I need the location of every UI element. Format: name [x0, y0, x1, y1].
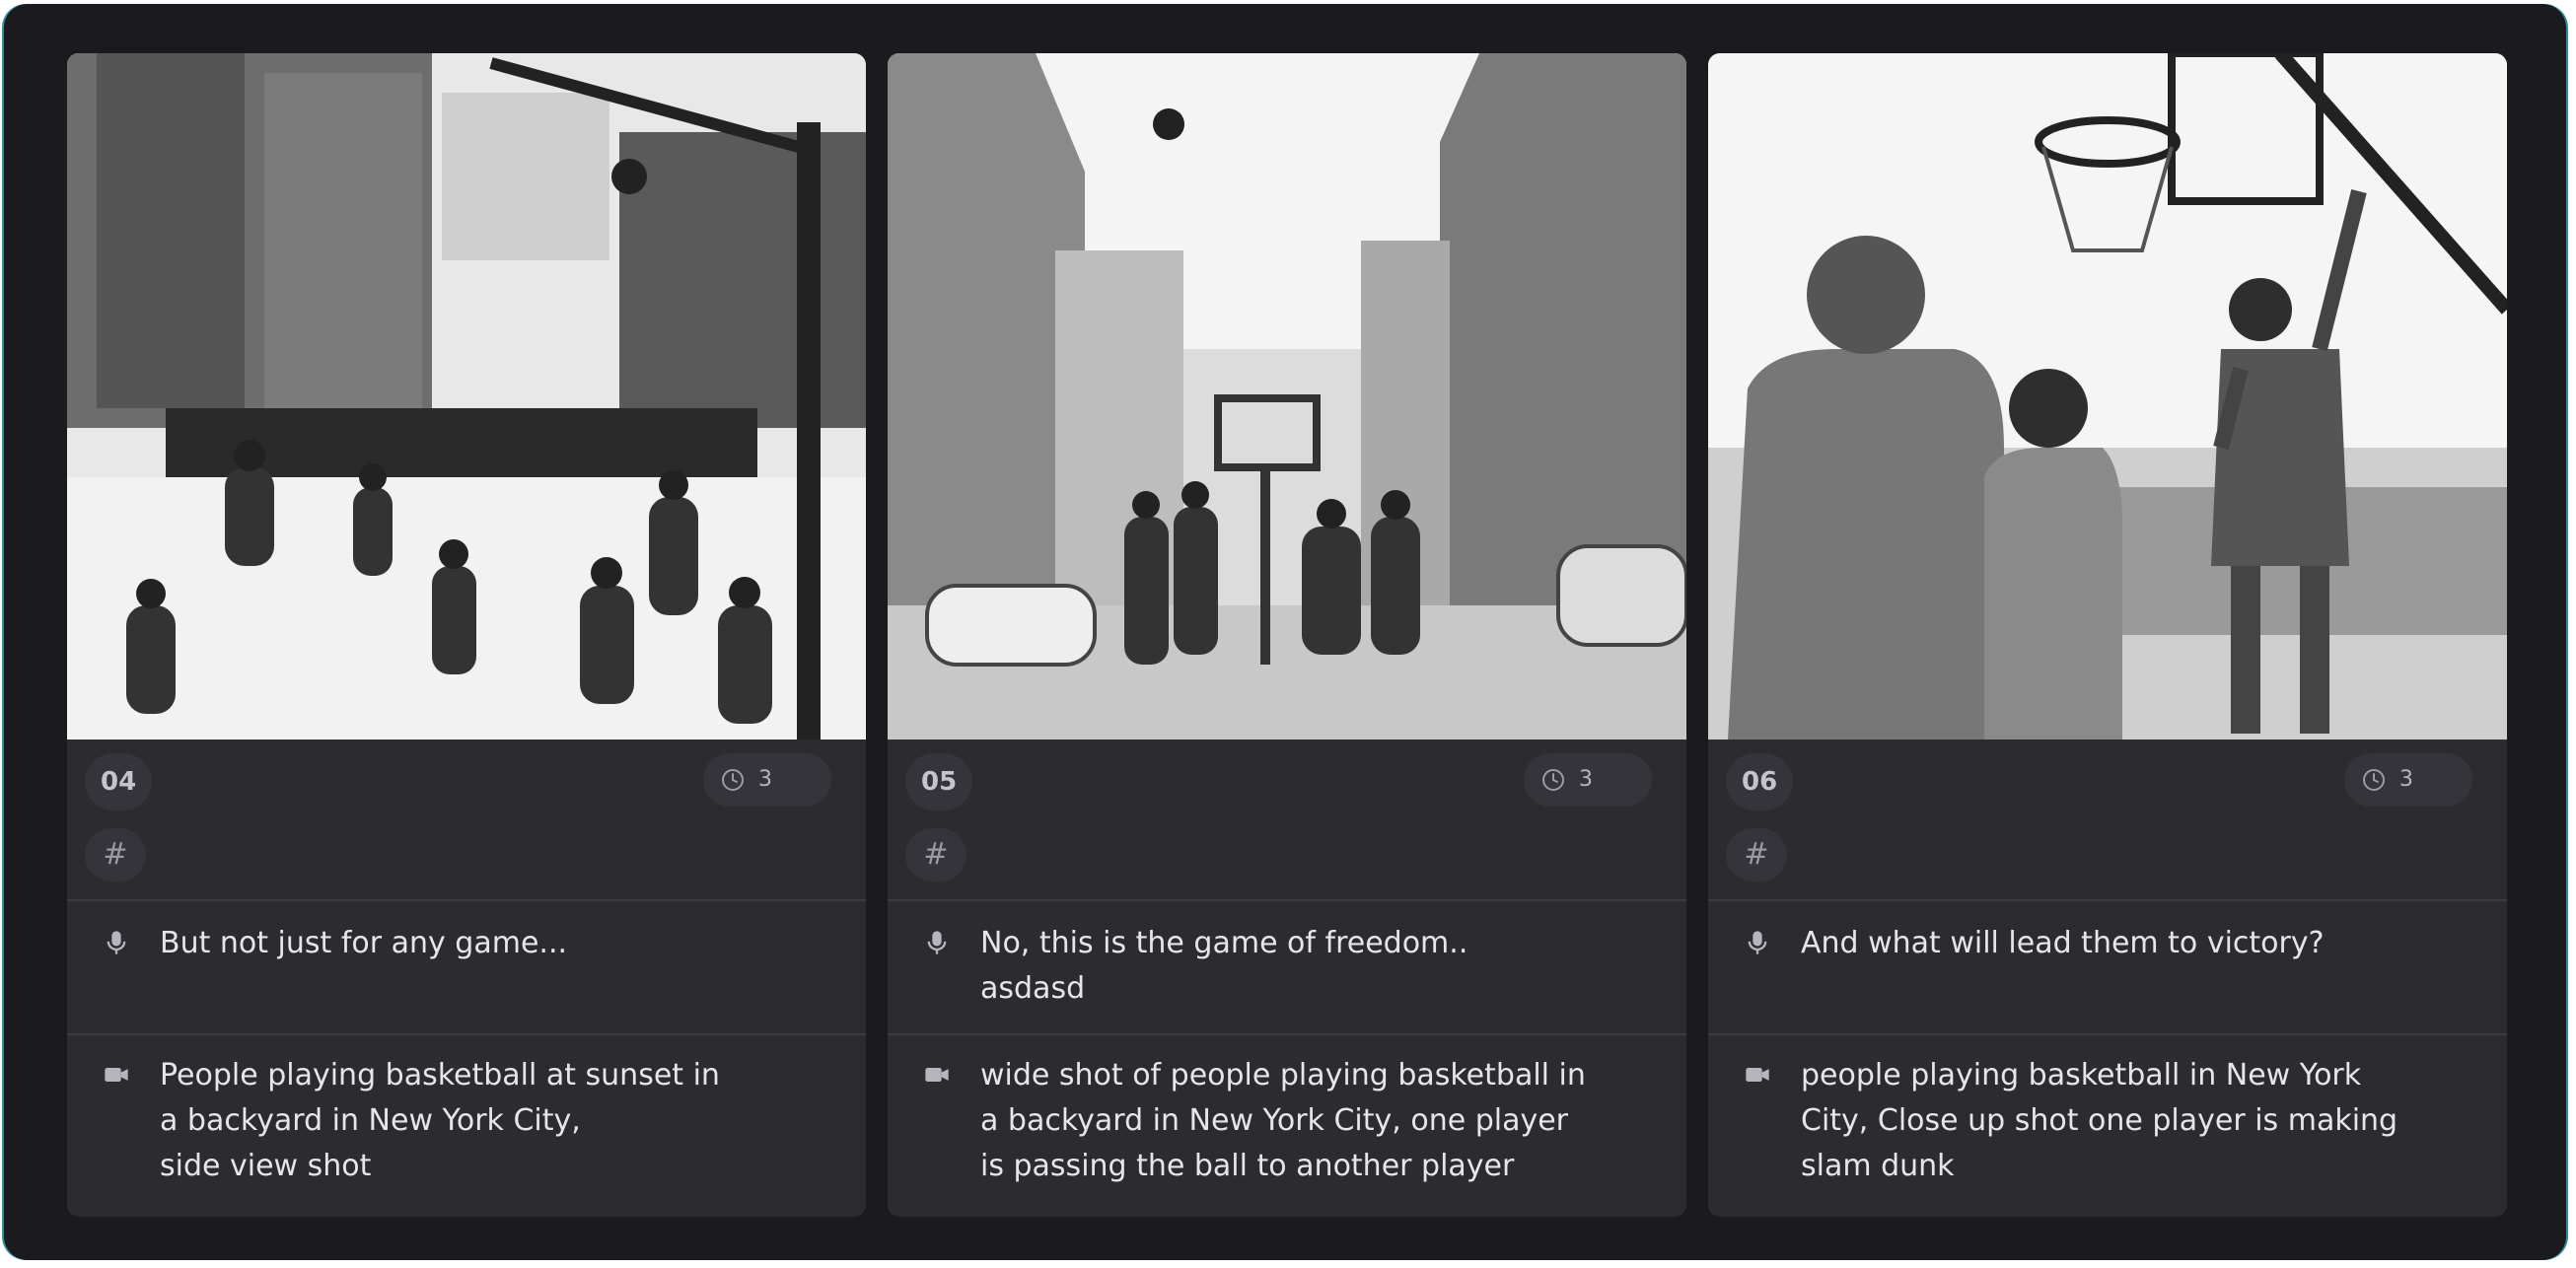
- divider: [67, 1033, 866, 1035]
- narration-text[interactable]: No, this is the game of freedom.. asdasd: [980, 921, 1651, 1012]
- scene-number-badge: 04: [85, 753, 153, 810]
- microphone-icon: [107, 931, 126, 954]
- narration-text[interactable]: And what will lead them to victory?: [1801, 921, 2471, 966]
- duration-badge[interactable]: 3: [2344, 753, 2472, 807]
- divider: [1708, 1033, 2507, 1035]
- narration-text[interactable]: But not just for any game...: [160, 921, 830, 966]
- clock-icon: [1542, 769, 1564, 791]
- hash-icon[interactable]: #: [905, 828, 966, 881]
- duration-value: 3: [2399, 767, 2413, 792]
- scene-image-sketch: [67, 53, 866, 740]
- divider: [888, 899, 1686, 901]
- clock-icon: [2363, 769, 2385, 791]
- scene-image-sketch: [888, 53, 1686, 740]
- duration-badge[interactable]: 3: [1524, 753, 1652, 807]
- scene-card[interactable]: 06 3 # And what will lead them to victor…: [1708, 53, 2507, 1217]
- clock-icon: [722, 769, 744, 791]
- hash-icon[interactable]: #: [85, 828, 146, 881]
- duration-badge[interactable]: 3: [703, 753, 831, 807]
- scene-card[interactable]: 05 3 # No, this is the game of freedom..…: [888, 53, 1686, 1217]
- scene-image[interactable]: [67, 53, 866, 740]
- scene-image-sketch: [1708, 53, 2507, 740]
- divider: [888, 1033, 1686, 1035]
- storyboard-panel: 04 3 # But not just for any game... Peop…: [4, 4, 2566, 1260]
- microphone-icon: [927, 931, 947, 954]
- video-camera-icon: [925, 1068, 949, 1082]
- divider: [1708, 899, 2507, 901]
- microphone-icon: [1748, 931, 1767, 954]
- video-prompt-text[interactable]: people playing basketball in New York Ci…: [1801, 1053, 2471, 1189]
- scene-card[interactable]: 04 3 # But not just for any game... Peop…: [67, 53, 866, 1217]
- divider: [67, 899, 866, 901]
- scene-number-badge: 05: [905, 753, 973, 810]
- video-prompt-text[interactable]: People playing basketball at sunset in a…: [160, 1053, 830, 1189]
- duration-value: 3: [758, 767, 772, 792]
- video-prompt-text[interactable]: wide shot of people playing basketball i…: [980, 1053, 1651, 1189]
- scene-image[interactable]: [888, 53, 1686, 740]
- hash-icon[interactable]: #: [1726, 828, 1787, 881]
- scene-image[interactable]: [1708, 53, 2507, 740]
- duration-value: 3: [1579, 767, 1593, 792]
- video-camera-icon: [1746, 1068, 1769, 1082]
- video-camera-icon: [105, 1068, 128, 1082]
- scene-number-badge: 06: [1726, 753, 1794, 810]
